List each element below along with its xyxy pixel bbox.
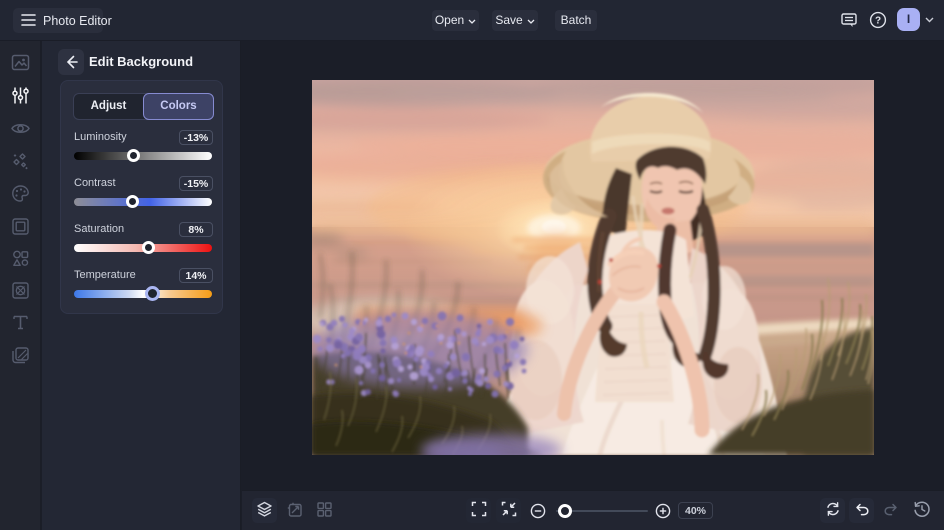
svg-text:?: ? xyxy=(875,16,881,27)
